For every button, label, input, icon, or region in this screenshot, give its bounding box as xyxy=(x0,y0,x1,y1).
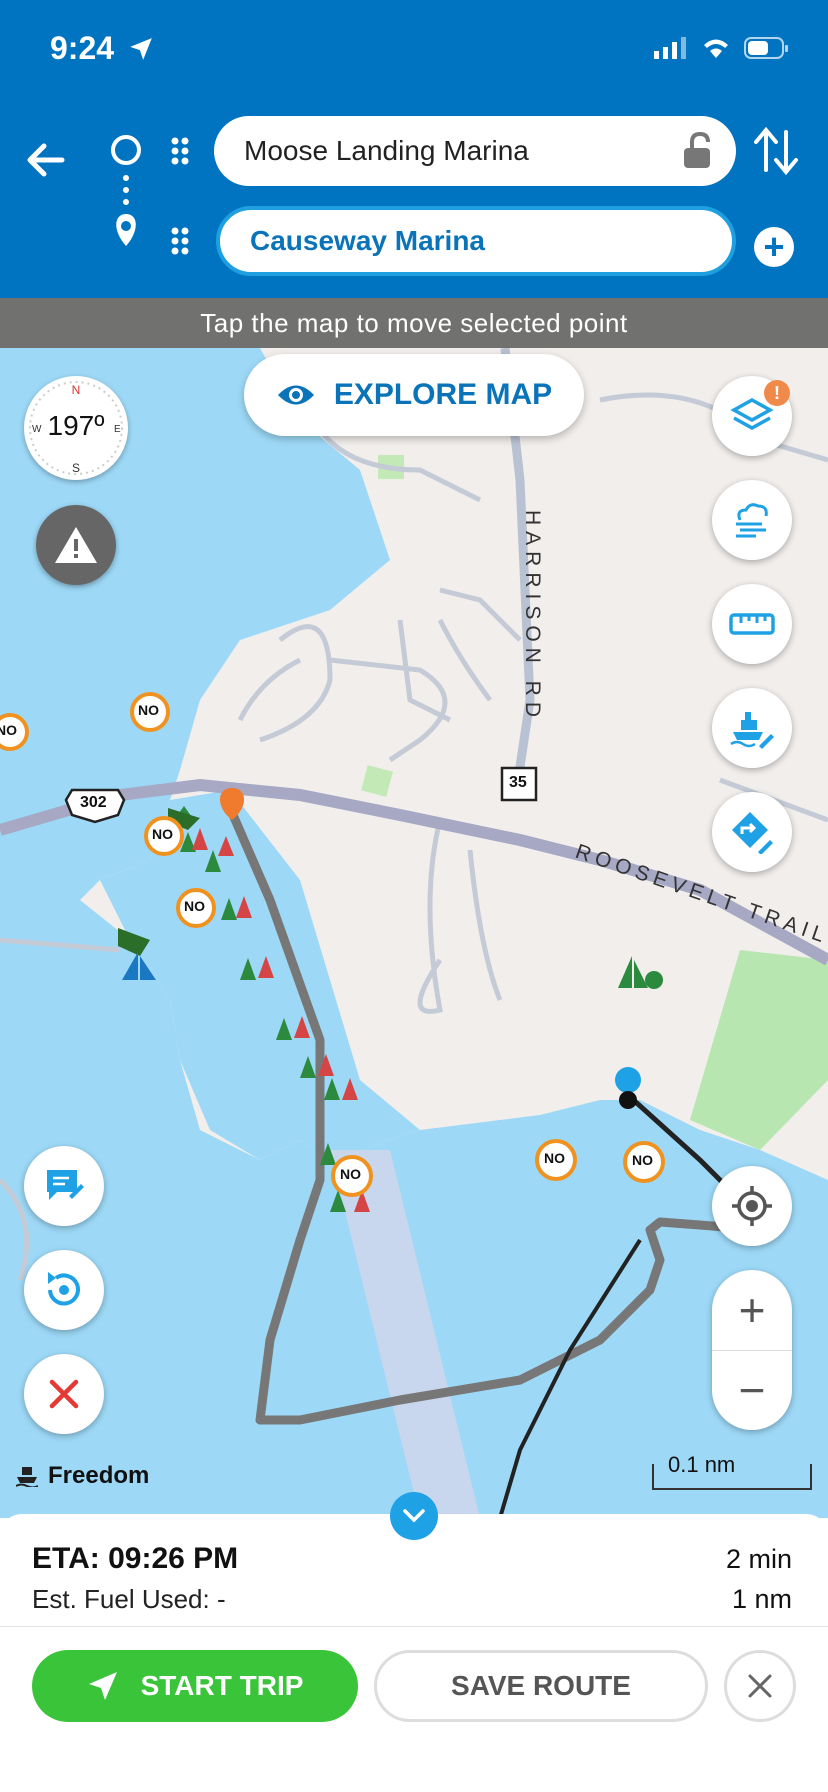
chat-edit-icon xyxy=(47,1170,84,1200)
reverse-route-button[interactable] xyxy=(24,1250,104,1330)
zoom-divider xyxy=(712,1350,792,1351)
eye-icon xyxy=(277,385,314,405)
close-panel-button[interactable] xyxy=(724,1650,796,1722)
eta-text: ETA: 09:26 PM xyxy=(32,1542,239,1575)
svg-text:S: S xyxy=(72,461,80,475)
fuel-text: Est. Fuel Used: - xyxy=(32,1584,226,1614)
back-button[interactable] xyxy=(22,136,70,184)
explore-map-button[interactable]: EXPLORE MAP xyxy=(244,354,584,436)
x-close-icon xyxy=(49,1379,79,1409)
app-screen: NO NO NO NO NO NO NO 302 35 HARRISON RD … xyxy=(0,0,828,1792)
recenter-location-button[interactable] xyxy=(712,1166,792,1246)
no-wake-label: NO xyxy=(184,898,205,914)
route-sign-edit-icon xyxy=(732,812,773,854)
ruler-icon xyxy=(729,613,775,635)
vessel-name: Freedom xyxy=(48,1462,150,1489)
start-trip-button[interactable]: START TRIP xyxy=(32,1650,358,1722)
map-view[interactable]: NO NO NO NO NO NO NO 302 35 HARRISON RD … xyxy=(0,298,828,1518)
boat-edit-icon xyxy=(730,712,774,749)
unlock-icon[interactable] xyxy=(678,130,718,177)
no-wake-label: NO xyxy=(544,1150,565,1166)
explore-map-label: EXPLORE MAP xyxy=(333,378,553,411)
save-route-button[interactable]: SAVE ROUTE xyxy=(374,1650,708,1722)
compass-heading: 197º xyxy=(47,410,105,441)
boat-icon xyxy=(16,1467,38,1487)
refresh-route-icon xyxy=(48,1272,80,1306)
clear-route-button[interactable] xyxy=(24,1354,104,1434)
no-wake-label: NO xyxy=(152,826,173,842)
compass[interactable]: N S W E 197º xyxy=(24,376,128,480)
signal-icon xyxy=(654,37,688,64)
minus-icon: − xyxy=(738,1364,766,1416)
route-edit-button[interactable] xyxy=(712,792,792,872)
warning-triangle-icon xyxy=(55,527,97,563)
drag-handle-destination-icon[interactable] xyxy=(170,226,190,256)
status-time: 9:24 xyxy=(50,30,115,66)
destination-field[interactable]: Causeway Marina xyxy=(216,206,736,276)
svg-text:N: N xyxy=(72,383,81,397)
layers-notification-badge: ! xyxy=(764,380,790,406)
shield-35-label: 35 xyxy=(509,774,527,791)
hazard-report-button[interactable] xyxy=(36,505,116,585)
scale-bar xyxy=(652,1464,812,1490)
collapse-panel-button[interactable] xyxy=(390,1492,438,1540)
zoom-in-button[interactable]: + xyxy=(712,1270,792,1350)
plus-icon: + xyxy=(738,1284,766,1336)
chevron-down-icon xyxy=(403,1509,425,1523)
weather-button[interactable] xyxy=(712,480,792,560)
drag-handle-origin-icon[interactable] xyxy=(170,136,190,166)
hint-banner: Tap the map to move selected point xyxy=(0,298,828,348)
route-header: 9:24 Moose Landing Marina Causeway Marin… xyxy=(0,0,828,298)
destination-field-value: Causeway Marina xyxy=(250,225,485,256)
no-wake-label: NO xyxy=(138,702,159,718)
start-trip-label: START TRIP xyxy=(140,1670,304,1701)
vessel-settings-button[interactable] xyxy=(712,688,792,768)
route-markers xyxy=(108,134,148,264)
battery-icon xyxy=(744,36,790,65)
report-note-button[interactable] xyxy=(24,1146,104,1226)
shield-302-label: 302 xyxy=(80,794,107,811)
no-wake-label: NO xyxy=(632,1152,653,1168)
zoom-out-button[interactable]: − xyxy=(712,1350,792,1430)
origin-circle-icon xyxy=(111,135,141,165)
crosshair-icon xyxy=(732,1186,772,1226)
swap-arrows-icon xyxy=(754,126,798,176)
trip-summary-panel: ETA: 09:26 PM Est. Fuel Used: - 2 min 1 … xyxy=(0,1514,828,1792)
no-wake-label: NO xyxy=(340,1166,361,1182)
harrison-rd-label: HARRISON RD xyxy=(521,510,544,724)
location-arrow-icon xyxy=(128,36,154,67)
origin-field-value: Moose Landing Marina xyxy=(244,135,529,166)
plus-icon: + xyxy=(763,226,785,267)
arrow-left-icon xyxy=(27,143,65,177)
close-icon xyxy=(748,1674,772,1698)
save-route-label: SAVE ROUTE xyxy=(451,1670,631,1701)
swap-route-button[interactable] xyxy=(754,126,798,181)
cloud-wind-icon xyxy=(736,503,768,538)
map-scale: 0.1 nm xyxy=(652,1450,812,1490)
no-wake-label: NO xyxy=(0,722,17,738)
measure-button[interactable] xyxy=(712,584,792,664)
add-stop-button[interactable]: + xyxy=(754,227,794,267)
zoom-controls: + − xyxy=(712,1270,792,1430)
trip-distance: 1 nm xyxy=(731,1584,792,1614)
panel-divider xyxy=(0,1626,828,1627)
wifi-icon xyxy=(700,36,732,65)
trip-duration: 2 min xyxy=(725,1544,792,1574)
origin-field[interactable]: Moose Landing Marina xyxy=(214,116,736,186)
status-icons xyxy=(654,36,790,65)
navigation-arrow-icon xyxy=(88,1672,117,1700)
vessel-indicator[interactable]: Freedom xyxy=(16,1462,149,1490)
